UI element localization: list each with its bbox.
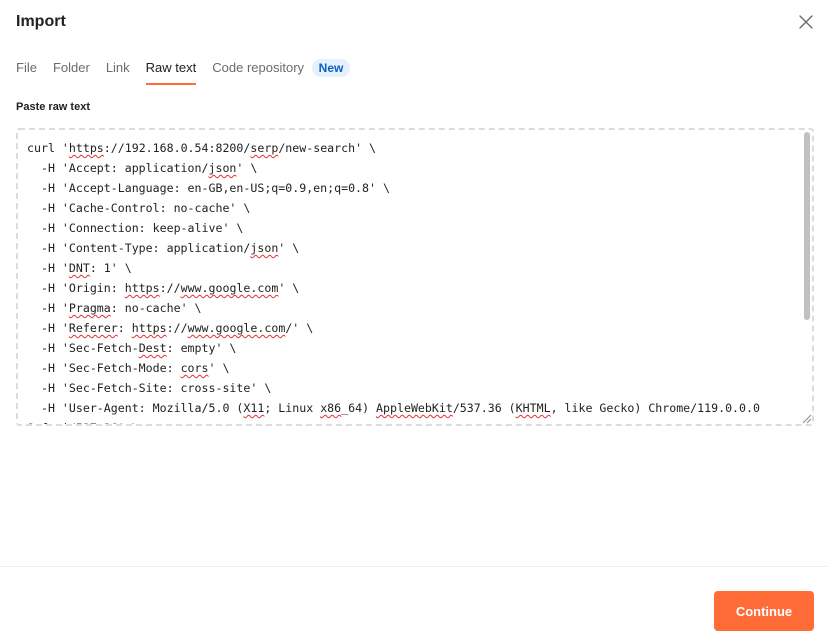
raw-text-line: -H 'Accept: application/json' \ — [27, 161, 258, 175]
raw-text-line: -H 'Cache-Control: no-cache' \ — [27, 201, 251, 215]
paste-raw-text-label: Paste raw text — [16, 101, 90, 113]
raw-text-line: -H 'Referer: https://www.google.com/' \ — [27, 321, 314, 335]
editor-scrollbar-thumb[interactable] — [804, 132, 810, 320]
raw-text-line: -H 'Sec-Fetch-Site: cross-site' \ — [27, 381, 272, 395]
close-icon — [799, 15, 813, 29]
raw-text-line: -H 'Pragma: no-cache' \ — [27, 301, 202, 315]
raw-text-line: -H 'Sec-Fetch-Mode: cors' \ — [27, 361, 230, 375]
tab-folder[interactable]: Folder — [53, 58, 90, 86]
raw-text-line: -H 'User-Agent: Mozilla/5.0 (X11; Linux … — [27, 401, 760, 415]
raw-text-line: -H 'Sec-Fetch-Dest: empty' \ — [27, 341, 237, 355]
raw-text-line: -H 'Origin: https://www.google.com' \ — [27, 281, 300, 295]
raw-text-line: -H 'Connection: keep-alive' \ — [27, 221, 244, 235]
close-button[interactable] — [795, 11, 817, 33]
tab-file[interactable]: File — [16, 58, 37, 86]
tab-link[interactable]: Link — [106, 58, 130, 86]
resize-handle-icon[interactable] — [800, 412, 812, 424]
tab-code-repository-label: Code repository — [212, 60, 305, 75]
tab-code-repository[interactable]: Code repository New — [212, 58, 351, 86]
new-badge: New — [311, 59, 351, 77]
footer-divider — [0, 566, 827, 567]
raw-text-content[interactable]: curl 'https://192.168.0.54:8200/serp/new… — [27, 138, 760, 424]
raw-text-line: curl 'https://192.168.0.54:8200/serp/new… — [27, 141, 377, 155]
raw-text-line: Safari/537.36' \ — [27, 418, 760, 424]
tab-raw-text[interactable]: Raw text — [145, 58, 196, 86]
raw-text-editor[interactable]: curl 'https://192.168.0.54:8200/serp/new… — [16, 128, 814, 426]
raw-text-line: -H 'Accept-Language: en-GB,en-US;q=0.9,e… — [27, 181, 390, 195]
raw-text-line: -H 'Content-Type: application/json' \ — [27, 241, 300, 255]
import-tabs: File Folder Link Raw text Code repositor… — [16, 58, 366, 86]
continue-button[interactable]: Continue — [714, 591, 814, 631]
raw-text-line: -H 'DNT: 1' \ — [27, 261, 132, 275]
dialog-title: Import — [16, 13, 66, 30]
